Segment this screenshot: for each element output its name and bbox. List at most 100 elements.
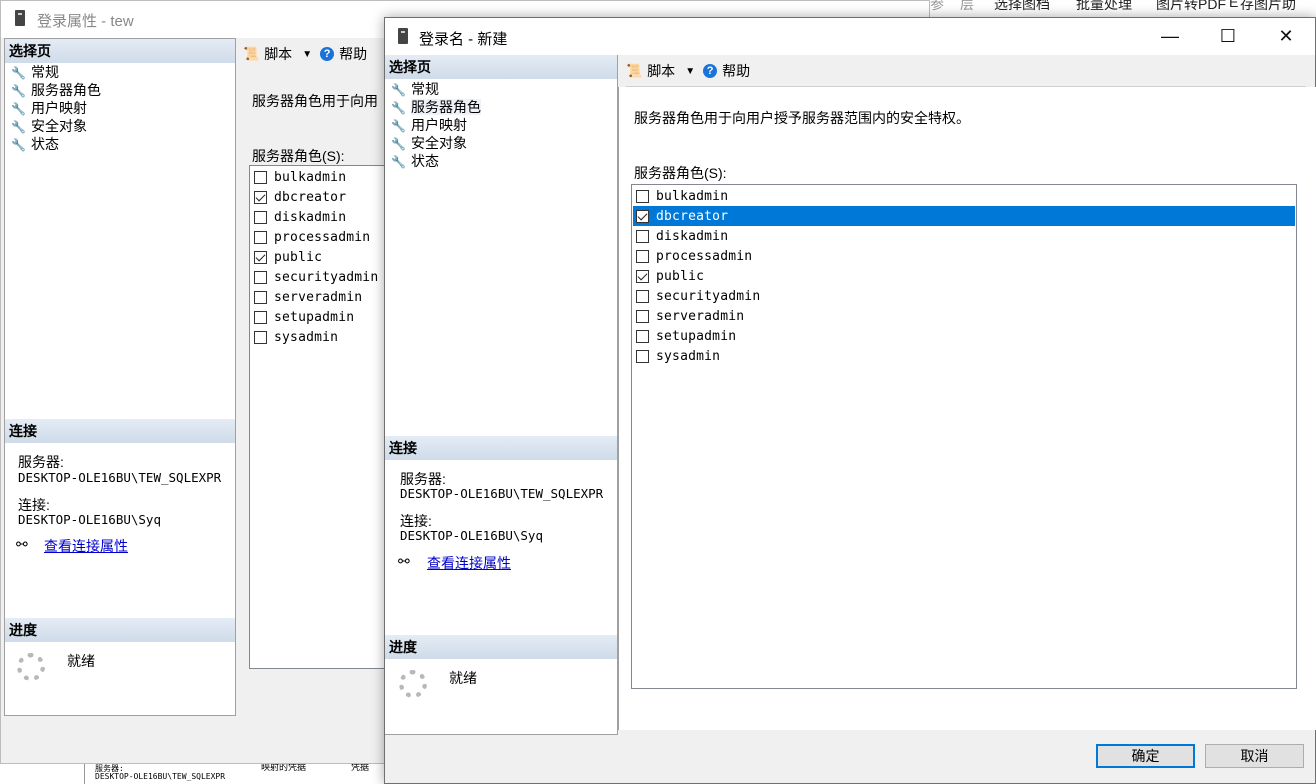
back-view-connection-link[interactable]: 查看连接属性 (44, 536, 128, 556)
front-role-checkbox[interactable] (636, 349, 649, 363)
bg-menu-item[interactable]: 图片转PDF (1156, 0, 1226, 14)
back-role-row-sysadmin[interactable]: sysadmin (251, 327, 387, 347)
back-role-checkbox[interactable] (254, 210, 267, 224)
front-role-row-serveradmin[interactable]: serveradmin (633, 306, 1295, 326)
front-view-connection-link[interactable]: 查看连接属性 (427, 553, 511, 573)
bg-menu-item[interactable]: 参 (930, 0, 944, 14)
front-role-row-processadmin[interactable]: processadmin (633, 246, 1295, 266)
back-role-label: setupadmin (274, 309, 355, 325)
front-role-row-dbcreator[interactable]: dbcreator (633, 206, 1295, 226)
script-icon: 📜 (626, 63, 643, 78)
bg-menu-item[interactable]: 层 (960, 0, 974, 14)
front-nav-item-securables[interactable]: 🔧 安全对象 (391, 134, 467, 152)
connection-icon: ⚯ (398, 553, 410, 569)
front-role-row-diskadmin[interactable]: diskadmin (633, 226, 1295, 246)
ok-button[interactable]: 确定 (1096, 744, 1195, 768)
back-nav-item-general[interactable]: 🔧 常规 (11, 63, 59, 81)
front-progress-header: 进度 (385, 635, 617, 659)
back-left-pane: 选择页 🔧 常规 🔧 服务器角色 🔧 用户映射 🔧 安全对象 🔧 状态 连接 服务器: D… (4, 38, 236, 716)
back-role-row-dbcreator[interactable]: dbcreator (251, 187, 387, 207)
front-role-checkbox[interactable] (636, 189, 649, 203)
bg-menu-item[interactable]: E (1229, 0, 1238, 10)
front-nav-item-status[interactable]: 🔧 状态 (391, 152, 439, 170)
front-role-checkbox[interactable] (636, 289, 649, 303)
back-role-label: serveradmin (274, 289, 363, 305)
back-role-row-bulkadmin[interactable]: bulkadmin (251, 167, 387, 187)
back-role-label: processadmin (274, 229, 371, 245)
back-server-label: 服务器: (18, 454, 64, 470)
back-role-row-securityadmin[interactable]: securityadmin (251, 267, 387, 287)
front-role-row-securityadmin[interactable]: securityadmin (633, 286, 1295, 306)
front-role-row-bulkadmin[interactable]: bulkadmin (633, 186, 1295, 206)
front-select-page-header: 选择页 (385, 55, 617, 79)
bg-menu-item[interactable]: 存图片助 (1240, 0, 1296, 14)
back-window-title: 登录属性 - tew (37, 13, 134, 30)
back-role-row-processadmin[interactable]: processadmin (251, 227, 387, 247)
wrench-icon: 🔧 (11, 84, 26, 98)
front-description: 服务器角色用于向用户授予服务器范围内的安全特权。 (634, 110, 970, 126)
back-nav-item-user-mapping[interactable]: 🔧 用户映射 (11, 99, 87, 117)
back-nav-item-server-roles[interactable]: 🔧 服务器角色 (11, 81, 101, 99)
front-role-checkbox[interactable] (636, 309, 649, 323)
front-nav-item-server-roles[interactable]: 🔧 服务器角色 (391, 98, 481, 116)
back-help-button[interactable]: ? 帮助 (320, 44, 367, 64)
front-titlebar[interactable]: 登录名 - 新建 — ☐ ✕ (385, 18, 1315, 55)
app-icon (15, 10, 25, 26)
back-role-row-public[interactable]: public (251, 247, 387, 267)
back-role-label: sysadmin (274, 329, 339, 345)
front-role-label: securityadmin (656, 288, 761, 304)
back-toolbar: 📜 脚本 ▼ ? 帮助 (243, 39, 375, 69)
back-role-checkbox[interactable] (254, 330, 267, 344)
progress-spinner-icon (17, 653, 45, 681)
maximize-button[interactable]: ☐ (1199, 18, 1257, 55)
front-progress-status: 就绪 (449, 670, 477, 686)
front-help-button[interactable]: ? 帮助 (703, 61, 750, 81)
wrench-icon: 🔧 (11, 138, 26, 152)
back-role-checkbox[interactable] (254, 170, 267, 184)
front-role-checkbox[interactable] (636, 249, 649, 263)
wrench-icon: 🔧 (391, 119, 406, 133)
front-script-button[interactable]: 📜 脚本 ▼ (626, 61, 695, 81)
front-role-label: dbcreator (656, 208, 729, 224)
back-role-checkbox[interactable] (254, 290, 267, 304)
back-role-checkbox[interactable] (254, 230, 267, 244)
back-role-label: dbcreator (274, 189, 347, 205)
back-server-value: DESKTOP-OLE16BU\TEW_SQLEXPR (18, 470, 222, 485)
back-role-row-serveradmin[interactable]: serveradmin (251, 287, 387, 307)
cancel-button[interactable]: 取消 (1205, 744, 1304, 768)
front-role-checkbox[interactable] (636, 229, 649, 243)
back-script-button[interactable]: 📜 脚本 ▼ (243, 44, 312, 64)
front-nav-item-general[interactable]: 🔧 常规 (391, 80, 439, 98)
front-role-row-setupadmin[interactable]: setupadmin (633, 326, 1295, 346)
back-role-checkbox[interactable] (254, 310, 267, 324)
front-role-label: bulkadmin (656, 188, 729, 204)
back-role-row-diskadmin[interactable]: diskadmin (251, 207, 387, 227)
bg-menu-item[interactable]: 批量处理 (1076, 0, 1132, 14)
front-role-checkbox[interactable] (636, 269, 649, 283)
front-connection-header: 连接 (385, 436, 617, 460)
back-nav-item-securables[interactable]: 🔧 安全对象 (11, 117, 87, 135)
back-role-label: diskadmin (274, 209, 347, 225)
back-role-checkbox[interactable] (254, 250, 267, 264)
front-role-checkbox[interactable] (636, 209, 649, 223)
front-nav-item-user-mapping[interactable]: 🔧 用户映射 (391, 116, 467, 134)
front-role-checkbox[interactable] (636, 329, 649, 343)
back-role-checkbox[interactable] (254, 270, 267, 284)
back-nav-item-status[interactable]: 🔧 状态 (11, 135, 59, 153)
minimize-button[interactable]: — (1141, 18, 1199, 55)
front-role-row-public[interactable]: public (633, 266, 1295, 286)
front-conn-value: DESKTOP-OLE16BU\Syq (400, 528, 543, 543)
close-button[interactable]: ✕ (1257, 18, 1315, 55)
front-role-label: public (656, 268, 705, 284)
wrench-icon: 🔧 (11, 120, 26, 134)
wrench-icon: 🔧 (391, 101, 406, 115)
front-role-row-sysadmin[interactable]: sysadmin (633, 346, 1295, 366)
connection-icon: ⚯ (16, 536, 28, 552)
front-roles-list[interactable]: bulkadmin dbcreator diskadmin processadmin p… (631, 184, 1297, 689)
back-role-row-setupadmin[interactable]: setupadmin (251, 307, 387, 327)
back-role-checkbox[interactable] (254, 190, 267, 204)
bg-server-value: DESKTOP-OLE16BU\TEW_SQLEXPR (95, 772, 226, 781)
progress-spinner-icon (399, 670, 427, 698)
back-roles-list[interactable]: bulkadmin dbcreator diskadmin processadmin p… (249, 165, 389, 669)
bg-menu-item[interactable]: 选择图档 (994, 0, 1050, 14)
